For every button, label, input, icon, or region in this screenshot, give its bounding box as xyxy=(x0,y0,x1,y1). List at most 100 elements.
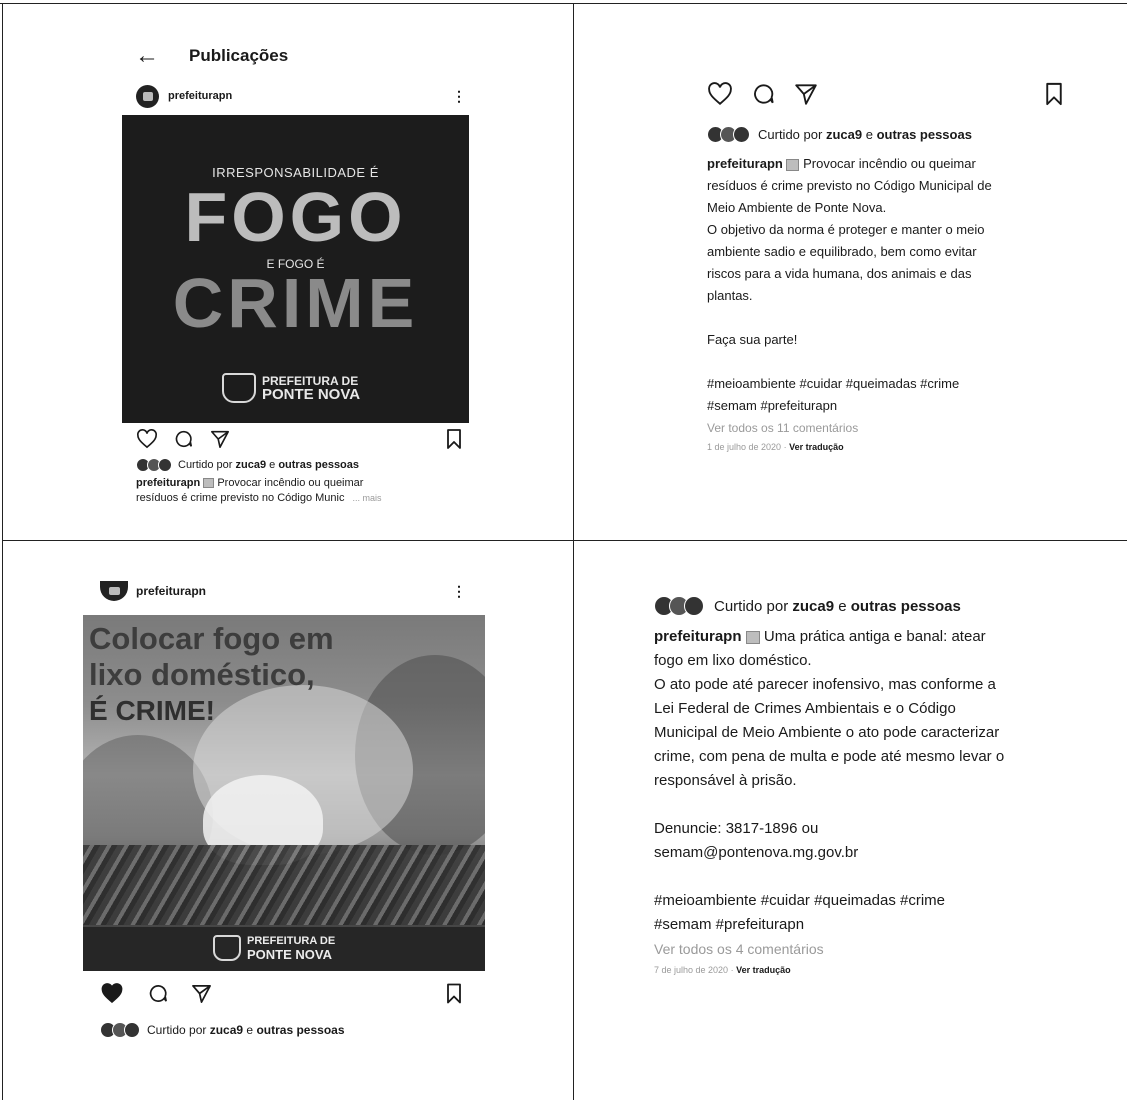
post-date: 1 de julho de 2020 xyxy=(707,442,782,452)
hashtags[interactable]: #semam #prefeiturapn xyxy=(707,395,1087,417)
caption-line: Provocar incêndio ou queimar xyxy=(803,156,976,171)
caption-line: Uma prática antiga e banal: atear xyxy=(763,628,986,645)
caption-line: responsável à prisão. xyxy=(654,772,797,789)
hashtags[interactable]: #semam #prefeiturapn xyxy=(654,913,1104,937)
likes-user[interactable]: zuca9 xyxy=(210,1023,243,1037)
date-separator: · xyxy=(728,965,737,975)
see-translation-link[interactable]: Ver tradução xyxy=(736,965,791,975)
view-comments-link[interactable]: Ver todos os 4 comentários xyxy=(654,937,1104,961)
post1-detail-caption: prefeiturapn Provocar incêndio ou queima… xyxy=(707,153,1087,455)
post-date: 7 de julho de 2020 xyxy=(654,965,729,975)
post1-caption-preview: prefeiturapn Provocar incêndio ou queima… xyxy=(136,476,466,506)
post1-detail-actions xyxy=(707,80,1067,108)
logo-line2: PONTE NOVA xyxy=(262,386,361,403)
caption-username[interactable]: prefeiturapn xyxy=(136,477,200,489)
likes-user[interactable]: zuca9 xyxy=(792,598,834,615)
page-title: Publicações xyxy=(189,46,289,65)
likes-prefix: Curtido por xyxy=(714,597,789,615)
caption-line: Municipal de Meio Ambiente o ato pode ca… xyxy=(654,724,1000,741)
caption-line: plantas. xyxy=(707,288,753,303)
more-options-icon[interactable]: ⋮ xyxy=(452,583,466,600)
likes-prefix: Curtido por xyxy=(178,459,233,471)
likes-others[interactable]: outras pessoas xyxy=(278,459,359,471)
likes-and: e xyxy=(269,459,276,471)
image-word-crime: CRIME xyxy=(172,264,419,342)
caption-username[interactable]: prefeiturapn xyxy=(654,628,742,645)
likes-user[interactable]: zuca9 xyxy=(235,459,266,471)
share-icon[interactable] xyxy=(191,983,212,1004)
likes-prefix: Curtido por xyxy=(147,1023,207,1037)
comment-icon[interactable] xyxy=(148,983,169,1004)
caption-more-link[interactable]: ... mais xyxy=(352,493,381,503)
post2-detail-likes: Curtido por zuca9 e outras pessoas xyxy=(654,596,961,616)
caption-line: O ato pode até parecer inofensivo, mas c… xyxy=(654,676,996,693)
bookmark-icon[interactable] xyxy=(446,983,462,1004)
avatar[interactable] xyxy=(100,581,128,601)
headline-line3: É CRIME! xyxy=(89,695,215,726)
liker-avatars xyxy=(707,126,750,143)
likes-prefix: Curtido por xyxy=(758,127,823,142)
see-translation-link[interactable]: Ver tradução xyxy=(789,442,844,452)
post2-detail-panel: Curtido por zuca9 e outras pessoas prefe… xyxy=(574,541,1127,1100)
prefeitura-logo: PREFEITURA DE PONTE NOVA xyxy=(222,373,360,403)
bookmark-icon[interactable] xyxy=(446,429,462,449)
post1-header: prefeiturapn ⋮ xyxy=(136,84,466,108)
more-options-icon[interactable]: ⋮ xyxy=(452,88,466,105)
caption-preview-line1: Provocar incêndio ou queimar xyxy=(217,477,364,489)
comment-icon[interactable] xyxy=(174,429,194,449)
image-headline: Colocar fogo em lixo doméstico, É CRIME! xyxy=(89,621,334,729)
likes-others[interactable]: outras pessoas xyxy=(851,598,961,615)
headline-line2: lixo doméstico, xyxy=(89,657,315,692)
avatar[interactable] xyxy=(136,84,159,108)
contact-email[interactable]: semam@pontenova.mg.gov.br xyxy=(654,841,1104,865)
caption-username[interactable]: prefeiturapn xyxy=(707,156,783,171)
likes-user[interactable]: zuca9 xyxy=(826,127,862,142)
comment-icon[interactable] xyxy=(752,82,776,106)
caption-line: O objetivo da norma é proteger e manter … xyxy=(707,222,985,237)
post1-actions xyxy=(136,428,466,450)
caption-line: Meio Ambiente de Ponte Nova. xyxy=(707,200,887,215)
hashtags[interactable]: #meioambiente #cuidar #queimadas #crime xyxy=(654,889,1104,913)
post2-header: prefeiturapn ⋮ xyxy=(100,579,466,603)
hashtags[interactable]: #meioambiente #cuidar #queimadas #crime xyxy=(707,373,1087,395)
post1-image[interactable]: IRRESPONSABILIDADE É FOGO E FOGO É CRIME… xyxy=(122,115,469,423)
coat-of-arms-icon xyxy=(222,373,256,403)
caption-line: resíduos é crime previsto no Código Muni… xyxy=(707,178,992,193)
headline-line1: Colocar fogo em xyxy=(89,621,334,656)
post2-detail-caption: prefeiturapn Uma prática antiga e banal:… xyxy=(654,625,1104,979)
coat-of-arms-icon xyxy=(213,935,241,961)
caption-line: fogo em lixo doméstico. xyxy=(654,652,812,669)
likes-others[interactable]: outras pessoas xyxy=(256,1023,344,1037)
post1-panel: ← Publicações prefeiturapn ⋮ IRRESPONSAB… xyxy=(3,4,573,540)
post2-actions xyxy=(100,982,466,1004)
contact-phone: Denuncie: 3817-1896 ou xyxy=(654,820,819,837)
post2-image[interactable]: Colocar fogo em lixo doméstico, É CRIME!… xyxy=(83,615,485,971)
liked-heart-icon[interactable] xyxy=(100,983,124,1004)
likes-and: e xyxy=(865,127,873,142)
logo-line2: PONTE NOVA xyxy=(247,947,332,962)
burning-leaves xyxy=(83,845,485,925)
back-arrow-icon[interactable]: ← xyxy=(135,44,159,68)
caption-line: crime, com pena de multa e pode até mesm… xyxy=(654,748,1005,765)
logo-band: PREFEITURA DE PONTE NOVA xyxy=(83,927,485,971)
liker-avatars xyxy=(100,1022,140,1038)
likes-others[interactable]: outras pessoas xyxy=(877,127,972,142)
share-icon[interactable] xyxy=(210,429,230,449)
book-emoji-icon xyxy=(786,158,800,171)
caption-preview-line2: resíduos é crime previsto no Código Muni… xyxy=(136,492,345,504)
bookmark-icon[interactable] xyxy=(1045,82,1063,106)
share-icon[interactable] xyxy=(794,82,818,106)
view-comments-link[interactable]: Ver todos os 11 comentários xyxy=(707,417,1087,439)
prefeitura-logo: PREFEITURA DE PONTE NOVA xyxy=(213,935,335,961)
post2-panel: prefeiturapn ⋮ Colocar fogo em lixo domé… xyxy=(3,541,573,1100)
caption-line: Lei Federal de Crimes Ambientais e o Cód… xyxy=(654,700,956,717)
book-emoji-icon xyxy=(745,630,760,644)
username[interactable]: prefeiturapn xyxy=(168,90,232,102)
like-heart-icon[interactable] xyxy=(707,82,733,106)
likes-and: e xyxy=(838,597,847,615)
username[interactable]: prefeiturapn xyxy=(136,584,206,598)
likes-and: e xyxy=(246,1023,254,1037)
like-heart-icon[interactable] xyxy=(136,429,158,449)
caption-line: ambiente sadio e equilibrado, bem como e… xyxy=(707,244,977,259)
post1-likes: Curtido por zuca9 e outras pessoas xyxy=(136,458,359,472)
